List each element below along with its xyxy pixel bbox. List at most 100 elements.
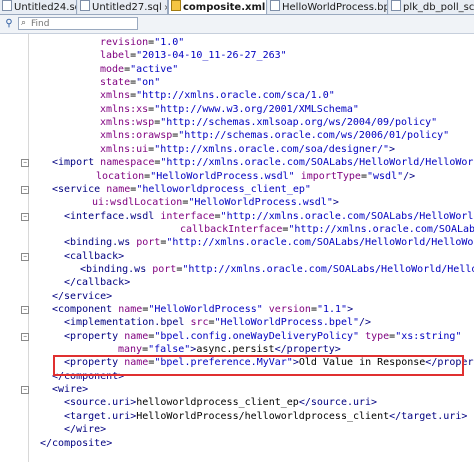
code-token: <wire> — [52, 384, 89, 396]
code-line[interactable]: state="on" — [0, 76, 474, 89]
code-token: HelloWorldProcess/helloworldprocess_clie… — [136, 410, 390, 422]
code-token: port — [152, 263, 177, 275]
code-line[interactable]: </composite> — [0, 437, 474, 450]
code-line[interactable]: location="HelloWorldProcess.wsdl" import… — [0, 170, 474, 183]
code-token: src — [190, 317, 209, 329]
tab-label: Untitled27.sql — [92, 2, 162, 13]
code-line[interactable]: revision="1.0" — [0, 36, 474, 49]
bpel-file-icon — [270, 0, 280, 11]
code-token: </source.uri> — [298, 397, 378, 409]
code-line[interactable]: callbackInterface="http://xmlns.oracle.c… — [0, 223, 474, 236]
code-line[interactable]: ui:wsdlLocation="HelloWorldProcess.wsdl"… — [0, 196, 474, 209]
code-text: location="HelloWorldProcess.wsdl" import… — [96, 170, 415, 183]
code-token: xmlns:orawsp — [100, 130, 173, 142]
fold-toggle-icon[interactable]: − — [21, 185, 29, 194]
code-token: xmlns — [100, 90, 131, 102]
code-line[interactable]: − <property name="bpel.config.oneWayDeliv… — [0, 330, 474, 343]
fold-toggle-icon[interactable]: − — [21, 252, 29, 261]
tab-untitled24-sql[interactable]: Untitled24.sql× — [0, 0, 77, 14]
code-token: <property — [64, 330, 125, 342]
code-token: > — [347, 304, 354, 315]
code-text: mode="active" — [100, 63, 178, 76]
code-token: "http://xmlns.oracle.com/SOALabs/HelloWo… — [182, 263, 474, 275]
code-token: name — [106, 183, 131, 195]
code-line[interactable]: xmlns:wsp="http://schemas.xmlsoap.org/ws… — [0, 116, 474, 129]
code-line[interactable]: <implementation.bpel src="HelloWorldProc… — [0, 316, 474, 329]
code-token: name — [118, 304, 143, 315]
code-token: "http://xmlns.oracle.com/soa/designer/" — [154, 143, 390, 155]
code-token: /> — [359, 317, 372, 329]
code-token: <implementation.bpel — [64, 317, 191, 329]
code-text: </service> — [52, 290, 112, 303]
code-line[interactable]: − <interface.wsdl interface="http://xmlns… — [0, 210, 474, 223]
code-text: <service name="helloworldprocess_client_… — [52, 183, 311, 196]
code-text: <binding.ws port="http://xmlns.oracle.co… — [80, 263, 474, 276]
code-text: <binding.ws port="http://xmlns.oracle.co… — [64, 236, 474, 249]
code-text: </composite> — [40, 437, 112, 450]
code-token: </property> — [274, 344, 341, 356]
code-text: <implementation.bpel src="HelloWorldProc… — [64, 316, 371, 329]
code-text: label="2013-04-10_11-26-27_263" — [100, 49, 287, 62]
code-token: "http://schemas.oracle.com/ws/2006/01/po… — [178, 130, 450, 142]
code-token: "http://xmlns.oracle.com/SOALabs/HelloWo… — [220, 210, 474, 222]
code-line[interactable]: − <wire> — [0, 383, 474, 396]
code-line[interactable]: </wire> — [0, 423, 474, 436]
code-line[interactable]: mode="active" — [0, 63, 474, 76]
fold-toggle-icon[interactable]: − — [21, 386, 29, 395]
code-text: <target.uri>HelloWorldProcess/helloworld… — [64, 410, 467, 423]
code-token: "wsdl" — [366, 170, 404, 182]
fold-toggle-icon[interactable]: − — [21, 332, 29, 341]
binoculars-icon[interactable]: ⚲ — [3, 18, 15, 30]
code-line[interactable]: xmlns="http://xmlns.oracle.com/sca/1.0" — [0, 89, 474, 102]
code-line[interactable]: <binding.ws port="http://xmlns.oracle.co… — [0, 263, 474, 276]
fold-toggle-icon[interactable]: − — [21, 306, 29, 314]
tab-untitled27-sql[interactable]: Untitled27.sql× — [78, 0, 168, 14]
fold-toggle-icon[interactable]: − — [21, 159, 29, 168]
code-token: "1.1" — [316, 304, 348, 315]
code-text: <property name="bpel.config.oneWayDelive… — [64, 330, 461, 343]
code-token: "HelloWorldProcess.bpel" — [214, 317, 360, 329]
code-line[interactable]: − <callback> — [0, 250, 474, 263]
code-line[interactable]: <target.uri>HelloWorldProcess/helloworld… — [0, 410, 474, 423]
code-text: ui:wsdlLocation="HelloWorldProcess.wsdl"… — [92, 196, 339, 209]
tab-label: HelloWorldProcess.bpel — [282, 2, 388, 13]
code-line[interactable]: <source.uri>helloworldprocess_client_ep<… — [0, 396, 474, 409]
code-token: version — [268, 304, 311, 315]
fold-toggle-icon[interactable]: − — [21, 212, 29, 221]
tab-label: composite.xml — [183, 2, 266, 13]
code-token: <interface.wsdl — [64, 210, 161, 222]
code-token: <component — [52, 304, 119, 315]
code-line[interactable]: <binding.ws port="http://xmlns.oracle.co… — [0, 236, 474, 249]
code-token: "HelloWorldProcess" — [148, 304, 263, 315]
tab-plk-db-poll[interactable]: plk_db_poll_sche — [389, 0, 474, 14]
code-token: "bpel.config.oneWayDeliveryPolicy" — [154, 330, 360, 342]
code-line[interactable]: xmlns:ui="http://xmlns.oracle.com/soa/de… — [0, 143, 474, 156]
code-line[interactable]: </service> — [0, 290, 474, 303]
code-token: > — [389, 143, 396, 155]
code-line[interactable]: </callback> — [0, 276, 474, 289]
code-text: <component name="HelloWorldProcess" vers… — [52, 303, 353, 316]
code-token: "http://www.w3.org/2001/XMLSchema" — [154, 103, 359, 115]
code-token: <service — [52, 183, 107, 195]
code-line[interactable]: − <component name="HelloWorldProcess" ver… — [0, 303, 474, 316]
tab-helloworldprocess-bpel[interactable]: HelloWorldProcess.bpel — [268, 0, 388, 14]
code-token: xmlns:wsp — [100, 117, 155, 129]
code-line[interactable]: − <service name="helloworldprocess_client… — [0, 183, 474, 196]
code-line[interactable]: xmlns:orawsp="http://schemas.oracle.com/… — [0, 129, 474, 142]
code-token: port — [136, 237, 161, 249]
tab-composite-xml[interactable]: composite.xml× — [168, 0, 267, 14]
file-icon — [80, 0, 90, 11]
xml-source-editor[interactable]: revision="1.0" label="2013-04-10_11-26-27… — [0, 34, 474, 462]
code-text: </callback> — [64, 276, 130, 289]
code-line[interactable]: − <import namespace="http://xmlns.oracle.… — [0, 156, 474, 169]
file-icon — [2, 0, 12, 11]
find-box[interactable]: ⌕ — [18, 17, 138, 30]
find-input[interactable] — [31, 18, 131, 29]
code-token: "on" — [136, 77, 161, 89]
code-line[interactable]: xmlns:xs="http://www.w3.org/2001/XMLSche… — [0, 103, 474, 116]
code-token: helloworldprocess_client_ep — [136, 397, 299, 409]
code-token: "http://xmlns.oracle.com/sca/1.0" — [136, 90, 335, 102]
code-text: <wire> — [52, 383, 88, 396]
code-line[interactable]: label="2013-04-10_11-26-27_263" — [0, 49, 474, 62]
code-token: "http://xmlns.oracle.com/SOALabs/HelloWo… — [160, 157, 474, 169]
